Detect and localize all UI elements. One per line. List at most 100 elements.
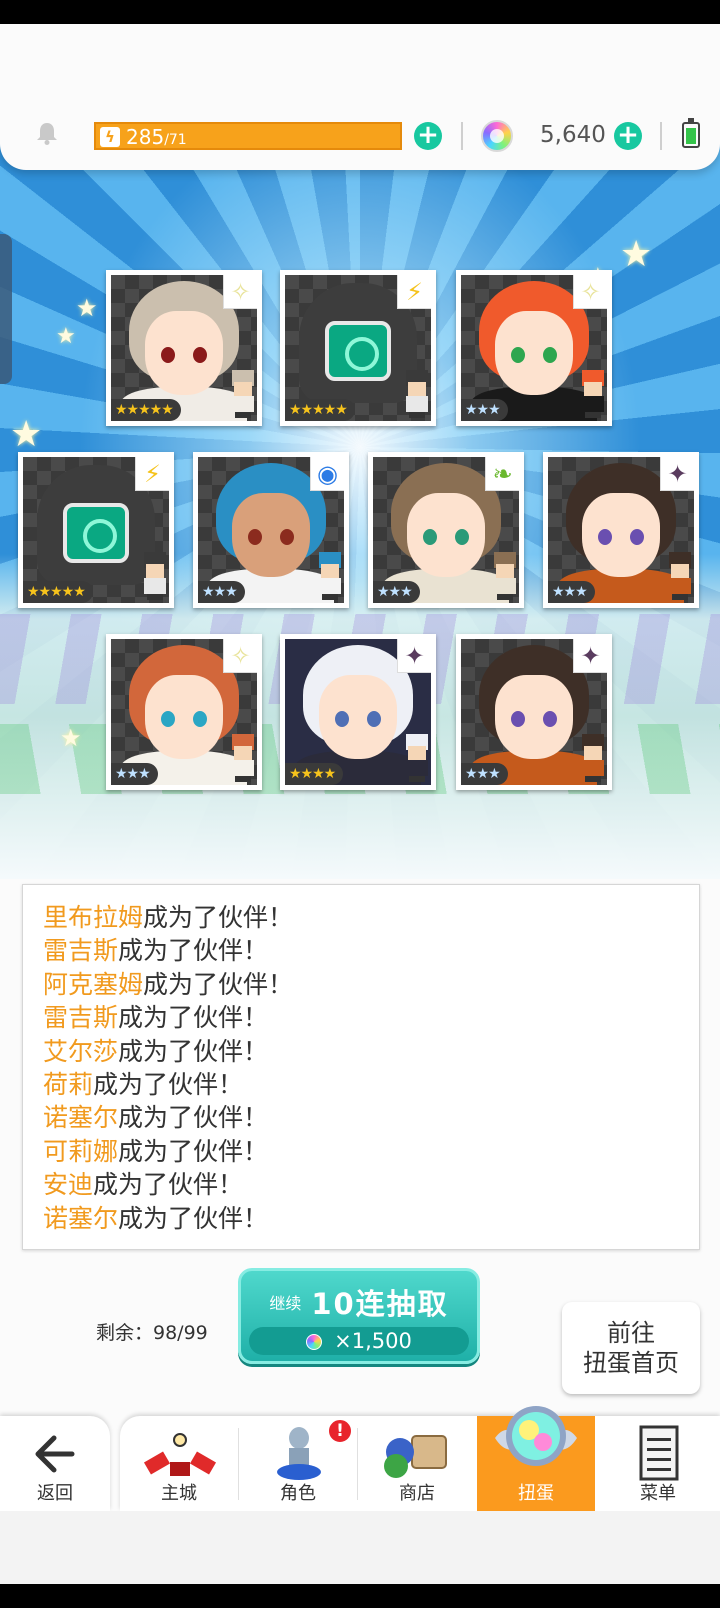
character-card[interactable]: ❧ ★★★ xyxy=(368,452,524,608)
nav-item-castle[interactable]: 主城 xyxy=(120,1416,238,1511)
visor xyxy=(63,503,129,563)
character-card[interactable]: ✧ ★★★★★ xyxy=(106,270,262,426)
rarity-stars: ★★★★★ xyxy=(23,581,93,603)
face xyxy=(407,493,485,577)
character-name: 诺塞尔 xyxy=(43,1203,119,1233)
element-icon: ✧ xyxy=(573,275,607,309)
log-line: 安迪成为了伙伴！ xyxy=(43,1168,699,1201)
character-card[interactable]: ⚡ ★★★★★ xyxy=(18,452,174,608)
goto-gacha-home-button[interactable]: 前往 扭蛋首页 xyxy=(562,1302,700,1394)
star-sparkle-icon: ★ xyxy=(56,324,76,349)
pixel-sprite-icon xyxy=(488,552,522,600)
pixel-sprite-icon xyxy=(226,370,260,418)
log-suffix: 成为了伙伴！ xyxy=(143,969,294,999)
add-stamina-button[interactable]: + xyxy=(414,122,442,150)
rarity-stars: ★★★ xyxy=(461,763,508,785)
nav-item-menu[interactable]: 菜单 xyxy=(596,1416,720,1511)
pixel-sprite-icon xyxy=(313,552,347,600)
rarity-stars: ★★★★★ xyxy=(285,399,355,421)
nav-item-character[interactable]: ! 角色 xyxy=(239,1416,357,1511)
draw-10-button[interactable]: 继续 10连抽取 ×1,500 xyxy=(238,1268,480,1364)
draw-button-label: 10连抽取 xyxy=(311,1287,449,1321)
divider xyxy=(660,122,662,150)
back-label: 返回 xyxy=(37,1483,73,1504)
draw-cost: ×1,500 xyxy=(249,1327,469,1355)
eye xyxy=(161,711,175,727)
face xyxy=(582,493,660,577)
character-card[interactable]: ◉ ★★★ xyxy=(193,452,349,608)
remaining-count: 剩余：98/99 xyxy=(96,1322,208,1344)
log-suffix: 成为了伙伴！ xyxy=(118,1136,269,1166)
game-screen: ϟ 285/71 + 5,640 + ★ ★ ★ ★ ★ ★ ✧★★★★★⚡★★… xyxy=(0,24,720,1584)
element-icon: ✦ xyxy=(573,639,607,673)
log-suffix: 成为了伙伴！ xyxy=(118,1103,269,1133)
element-icon: ⚡ xyxy=(135,457,169,491)
pixel-sprite-icon xyxy=(400,370,434,418)
nav-label: 扭蛋 xyxy=(518,1483,554,1504)
nav-label: 主城 xyxy=(161,1483,197,1504)
nav-main-tabs: 主城 ! 角色 商店 扭蛋 菜单 xyxy=(120,1406,720,1511)
star-sparkle-icon: ★ xyxy=(60,724,82,752)
system-nav-area xyxy=(0,1511,720,1584)
lightning-icon: ϟ xyxy=(100,127,120,147)
log-line: 可莉娜成为了伙伴！ xyxy=(43,1135,699,1168)
eye xyxy=(248,529,262,545)
bottom-navigation: 返回 主城 ! 角色 商店 扭蛋 菜单 xyxy=(0,1406,720,1511)
goto-line-2: 扭蛋首页 xyxy=(583,1349,679,1377)
face xyxy=(145,675,223,759)
rarity-stars: ★★★★ xyxy=(285,763,344,785)
eye xyxy=(598,529,612,545)
goto-line-1: 前往 xyxy=(607,1319,655,1347)
battery-icon xyxy=(682,118,700,148)
pixel-sprite-icon xyxy=(663,552,697,600)
character-name: 诺塞尔 xyxy=(43,1103,119,1133)
top-status-bar: ϟ 285/71 + 5,640 + xyxy=(0,24,720,170)
gem-count: 5,640 xyxy=(540,122,606,148)
gacha-icon xyxy=(495,1406,577,1466)
log-line: 雷吉斯成为了伙伴！ xyxy=(43,1001,699,1034)
notification-badge: ! xyxy=(327,1418,353,1444)
character-card[interactable]: ✦ ★★★ xyxy=(543,452,699,608)
add-gems-button[interactable]: + xyxy=(614,122,642,150)
eye xyxy=(630,529,644,545)
pixel-sprite-icon xyxy=(400,734,434,782)
visor xyxy=(325,321,391,381)
stamina-bar: ϟ 285/71 xyxy=(94,122,402,150)
divider xyxy=(461,122,463,150)
character-icon xyxy=(277,1427,321,1480)
face xyxy=(319,675,397,759)
star-sparkle-icon: ★ xyxy=(10,414,43,455)
face xyxy=(145,311,223,395)
character-name: 雷吉斯 xyxy=(43,1003,119,1033)
character-card[interactable]: ✦ ★★★ xyxy=(456,634,612,790)
element-icon: ◉ xyxy=(310,457,344,491)
pixel-sprite-icon xyxy=(226,734,260,782)
rarity-stars: ★★★★★ xyxy=(111,399,181,421)
character-card[interactable]: ✧ ★★★ xyxy=(106,634,262,790)
character-name: 里布拉姆 xyxy=(43,903,144,932)
cost-value: ×1,500 xyxy=(334,1329,412,1353)
log-line: 诺塞尔成为了伙伴！ xyxy=(43,1202,699,1235)
element-icon: ❧ xyxy=(485,457,519,491)
character-card[interactable]: ✦ ★★★★ xyxy=(280,634,436,790)
rainbow-gem-icon xyxy=(481,120,513,152)
bell-icon[interactable] xyxy=(34,120,60,146)
log-list: 里布拉姆成为了伙伴！ 雷吉斯成为了伙伴！ 阿克塞姆成为了伙伴！ 雷吉斯成为了伙伴！ 艾尔… xyxy=(43,901,699,1235)
rarity-stars: ★★★ xyxy=(548,581,595,603)
star-sparkle-icon: ★ xyxy=(76,294,98,322)
menu-icon xyxy=(639,1425,679,1481)
nav-item-gacha[interactable]: 扭蛋 xyxy=(477,1406,595,1511)
rarity-stars: ★★★ xyxy=(111,763,158,785)
face xyxy=(232,493,310,577)
acquisition-log[interactable]: 里布拉姆成为了伙伴！ 雷吉斯成为了伙伴！ 阿克塞姆成为了伙伴！ 雷吉斯成为了伙伴！ 艾尔… xyxy=(22,884,700,1250)
character-name: 安迪 xyxy=(43,1170,94,1200)
log-line: 雷吉斯成为了伙伴！ xyxy=(43,934,699,967)
back-button[interactable]: 返回 xyxy=(0,1416,110,1511)
character-card[interactable]: ⚡ ★★★★★ xyxy=(280,270,436,426)
side-drawer-tab[interactable] xyxy=(0,234,12,384)
log-suffix: 成为了伙伴！ xyxy=(118,1203,269,1233)
character-card[interactable]: ✧ ★★★ xyxy=(456,270,612,426)
nav-item-shop[interactable]: 商店 xyxy=(358,1416,476,1511)
log-suffix: 成为了伙伴！ xyxy=(143,903,294,932)
face xyxy=(495,311,573,395)
